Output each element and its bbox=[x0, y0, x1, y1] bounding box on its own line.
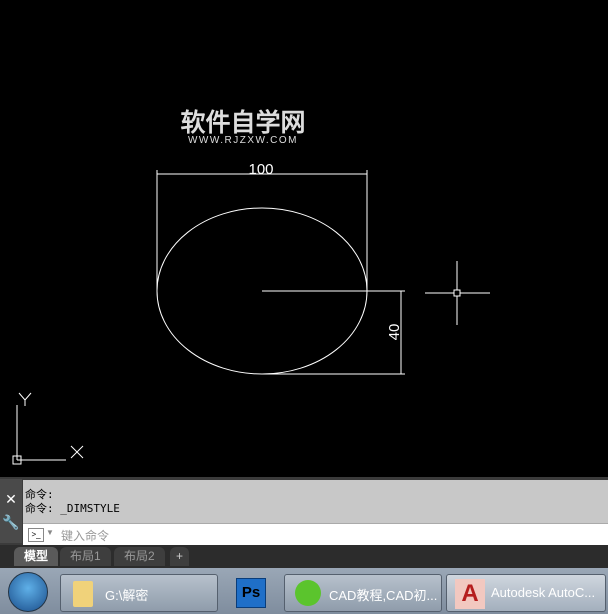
tab-model[interactable]: 模型 bbox=[14, 547, 59, 566]
watermark-title: 软件自学网 bbox=[180, 108, 305, 137]
layout-tabs: 模型 布局1 布局2 + bbox=[0, 545, 608, 568]
taskbar: G:\解密 Ps CAD教程,CAD初... A Autodesk AutoC.… bbox=[0, 568, 608, 614]
autocad-icon: A bbox=[455, 579, 485, 609]
start-button[interactable] bbox=[8, 572, 48, 612]
drawing-svg[interactable]: 软件自学网 WWW.RJZXW.COM 100 40 bbox=[0, 0, 608, 477]
prompt-icon[interactable]: >_ bbox=[28, 528, 44, 542]
close-icon[interactable]: ✕ bbox=[0, 491, 22, 508]
command-placeholder: 键入命令 bbox=[61, 529, 110, 543]
taskbar-item-browser[interactable]: CAD教程,CAD初... bbox=[284, 574, 442, 612]
taskbar-item-photoshop[interactable]: Ps bbox=[220, 574, 282, 612]
drawing-canvas[interactable]: 软件自学网 WWW.RJZXW.COM 100 40 bbox=[0, 0, 608, 477]
ucs-icon bbox=[12, 392, 84, 465]
photoshop-icon: Ps bbox=[236, 578, 266, 608]
taskbar-item-folder[interactable]: G:\解密 bbox=[60, 574, 218, 612]
wrench-icon[interactable]: 🔧 bbox=[0, 514, 22, 531]
command-grip[interactable]: ✕ 🔧 bbox=[0, 479, 22, 543]
taskbar-label: Autodesk AutoC... bbox=[491, 585, 596, 600]
history-line: 命令: bbox=[25, 488, 54, 501]
command-line: ✕ 🔧 命令: 命令: _DIMSTYLE >_ ▼ 键入命令 bbox=[0, 477, 608, 546]
taskbar-label: G:\解密 bbox=[105, 588, 149, 603]
dim-text-100: 100 bbox=[248, 161, 273, 178]
taskbar-item-autocad[interactable]: A Autodesk AutoC... bbox=[446, 574, 606, 612]
ie-browser-icon bbox=[295, 580, 321, 606]
add-layout-button[interactable]: + bbox=[170, 547, 190, 566]
history-line: 命令: _DIMSTYLE bbox=[25, 502, 120, 515]
command-history: 命令: 命令: _DIMSTYLE bbox=[23, 480, 608, 523]
command-input[interactable]: >_ ▼ 键入命令 bbox=[23, 523, 608, 546]
taskbar-label: CAD教程,CAD初... bbox=[329, 588, 438, 603]
chevron-down-icon[interactable]: ▼ bbox=[46, 528, 54, 537]
watermark-url: WWW.RJZXW.COM bbox=[188, 135, 298, 146]
folder-icon bbox=[73, 581, 93, 607]
crosshair-cursor bbox=[425, 261, 490, 325]
dim-text-40: 40 bbox=[386, 324, 403, 341]
tab-layout2[interactable]: 布局2 bbox=[114, 547, 165, 566]
tab-layout1[interactable]: 布局1 bbox=[60, 547, 111, 566]
